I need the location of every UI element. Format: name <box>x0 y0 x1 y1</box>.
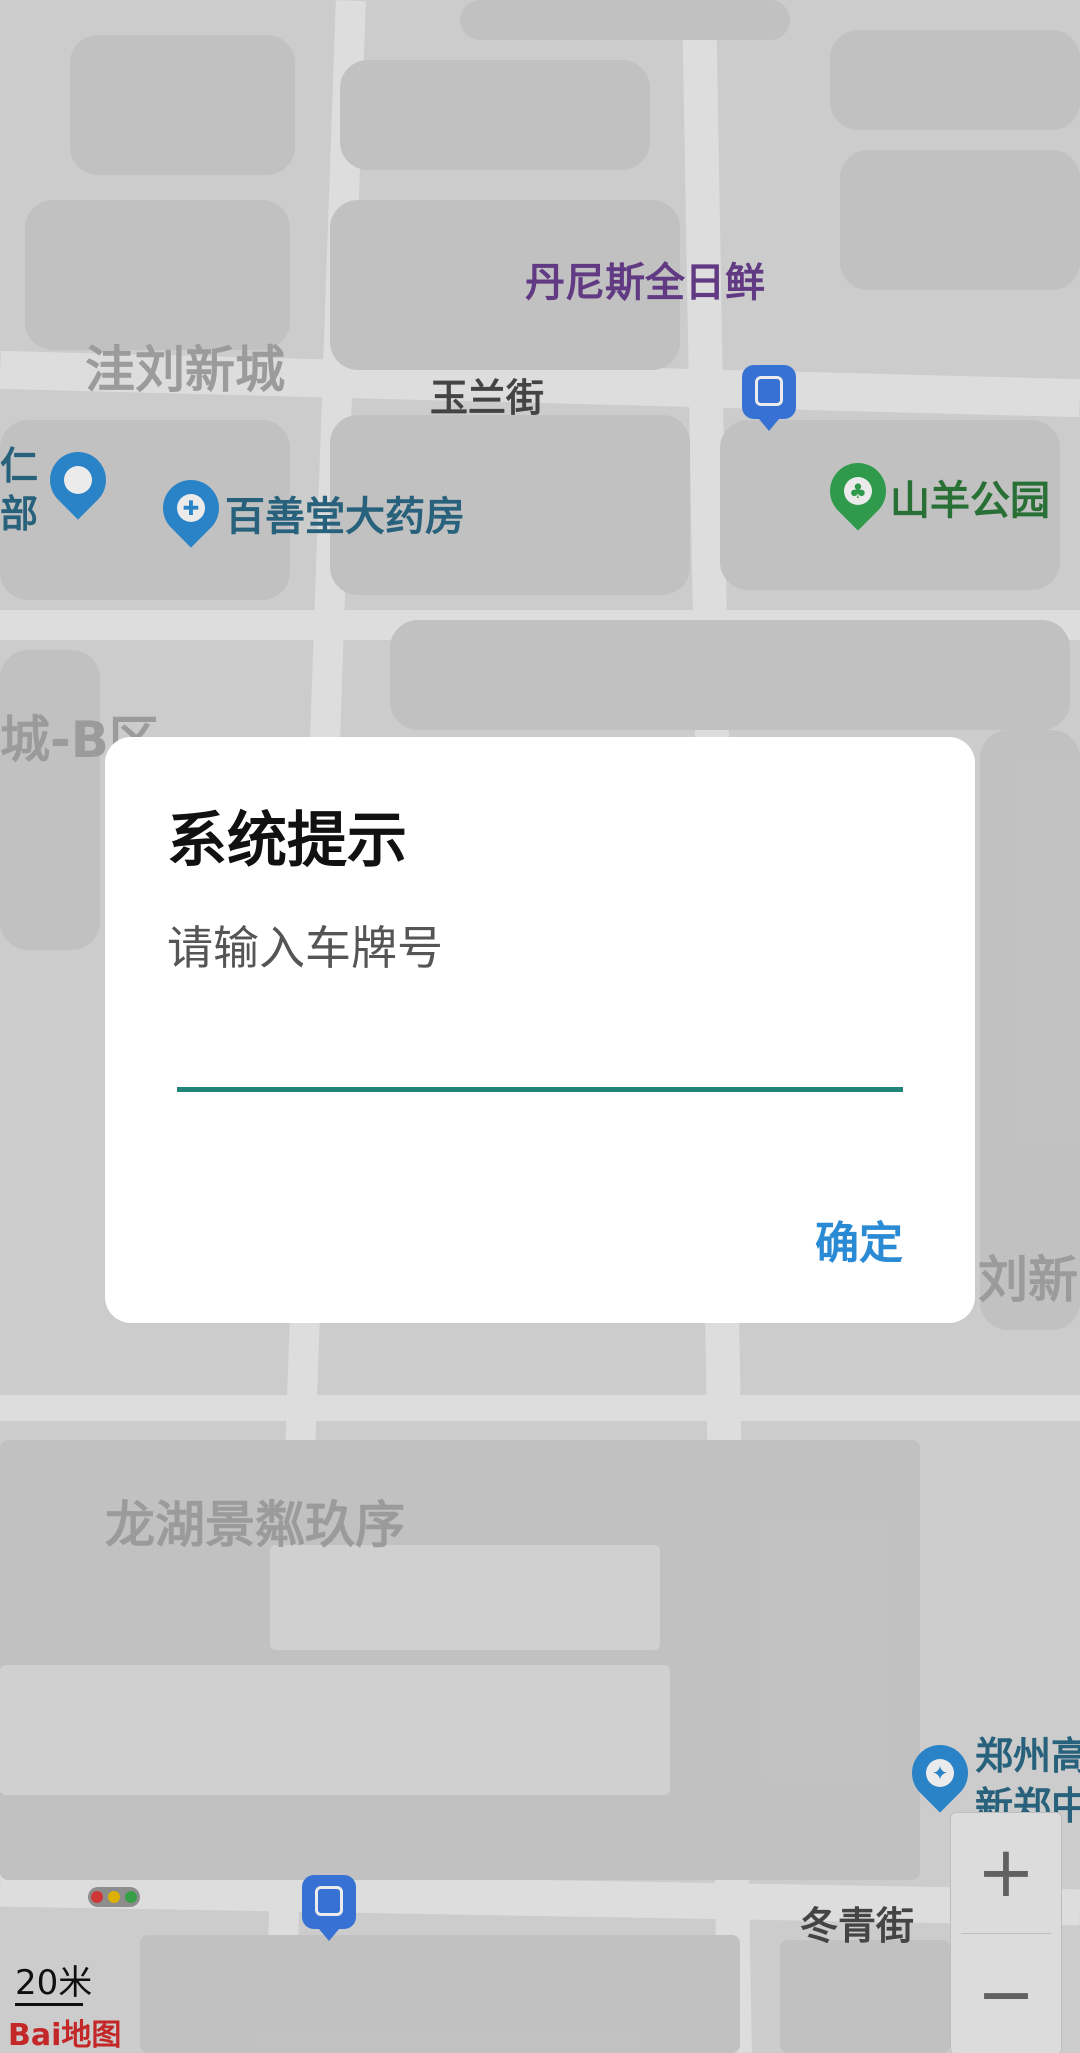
dialog-title: 系统提示 <box>167 806 407 876</box>
system-prompt-dialog: 系统提示 请输入车牌号 确定 <box>105 737 975 1323</box>
confirm-button[interactable]: 确定 <box>815 1207 903 1271</box>
dialog-message: 请输入车牌号 <box>167 921 443 975</box>
license-plate-input[interactable] <box>177 1002 903 1092</box>
